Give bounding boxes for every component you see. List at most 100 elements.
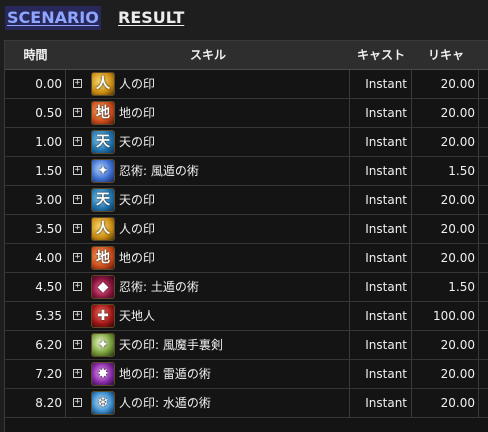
table-body: 0.00 + 人人の印 Instant 20.00 0.50 + 地地の印 Instant 20.… [5,70,488,418]
chi-seal-icon: 地 [91,246,115,270]
time-cell: 8.20 [5,389,66,417]
time-cell: 0.00 [5,70,66,98]
skill-name: 天地人 [119,309,156,323]
column-header-time[interactable]: 時間 [5,41,66,69]
skill-cell: + ✸ 地の印: 雷遁の術 [67,360,350,388]
tab-result[interactable]: RESULT [116,6,186,30]
recast-cell: 1.50 [413,273,479,301]
recast-cell: 20.00 [413,244,479,272]
time-cell: 6.20 [5,331,66,359]
tab-scenario[interactable]: SCENARIO [5,6,101,30]
table-row[interactable]: 3.50 + 人人の印 Instant 20.00 [5,215,488,244]
cast-cell: Instant [350,244,412,272]
recast-cell: 20.00 [413,360,479,388]
expand-icon[interactable]: + [73,340,82,349]
table-row[interactable]: 1.00 + 天天の印 Instant 20.00 [5,128,488,157]
expand-icon[interactable]: + [73,253,82,262]
recast-cell: 20.00 [413,389,479,417]
expand-icon[interactable]: + [73,311,82,320]
expand-icon[interactable]: + [73,108,82,117]
expand-icon[interactable]: + [73,137,82,146]
skill-cell: + ❄ 人の印: 水遁の術 [67,389,350,417]
skill-name: 人の印: 水遁の術 [119,396,211,410]
skill-cell: + ✦ 天の印: 風魔手裏剣 [67,331,350,359]
cast-cell: Instant [350,302,412,330]
cast-cell: Instant [350,215,412,243]
column-header-skill[interactable]: スキル [67,41,349,69]
skill-name: 忍術: 土遁の術 [119,280,199,294]
time-cell: 5.35 [5,302,66,330]
time-cell: 7.20 [5,360,66,388]
suiton-icon: ❄ [91,391,115,415]
column-header-cast[interactable]: キャスト [350,41,412,69]
table-row[interactable]: 0.00 + 人人の印 Instant 20.00 [5,70,488,99]
skill-cell: + 天天の印 [67,128,350,156]
skill-name: 天の印 [119,193,156,207]
ten-seal-icon: 天 [91,188,115,212]
fuma-shuriken-tcj-icon: ✦ [91,333,115,357]
table-header: 時間 スキル キャスト リキャ [5,41,488,70]
table-row[interactable]: 6.20 + ✦ 天の印: 風魔手裏剣 Instant 20.00 [5,331,488,360]
time-cell: 4.50 [5,273,66,301]
table-row[interactable]: 4.50 + ◆ 忍術: 土遁の術 Instant 1.50 [5,273,488,302]
recast-cell: 20.00 [413,128,479,156]
table-row[interactable]: 1.50 + ✦ 忍術: 風遁の術 Instant 1.50 [5,157,488,186]
recast-cell: 1.50 [413,157,479,185]
expand-icon[interactable]: + [73,282,82,291]
skill-name: 地の印 [119,251,156,265]
table-row[interactable]: 3.00 + 天天の印 Instant 20.00 [5,186,488,215]
skill-name: 天の印: 風魔手裏剣 [119,338,223,352]
skill-cell: + 地地の印 [67,99,350,127]
skill-name: 人の印 [119,222,156,236]
time-cell: 0.50 [5,99,66,127]
cast-cell: Instant [350,331,412,359]
table-row[interactable]: 7.20 + ✸ 地の印: 雷遁の術 Instant 20.00 [5,360,488,389]
skill-name: 地の印 [119,106,156,120]
cast-cell: Instant [350,186,412,214]
skill-cell: + 人人の印 [67,215,350,243]
table-row[interactable]: 0.50 + 地地の印 Instant 20.00 [5,99,488,128]
cast-cell: Instant [350,128,412,156]
jin-seal-icon: 人 [91,217,115,241]
column-header-recast[interactable]: リキャ [413,41,479,69]
table-row[interactable]: 8.20 + ❄ 人の印: 水遁の術 Instant 20.00 [5,389,488,418]
chi-seal-icon: 地 [91,101,115,125]
cast-cell: Instant [350,273,412,301]
recast-cell: 20.00 [413,70,479,98]
skill-cell: + 地地の印 [67,244,350,272]
expand-icon[interactable]: + [73,398,82,407]
expand-icon[interactable]: + [73,166,82,175]
time-cell: 3.50 [5,215,66,243]
time-cell: 3.00 [5,186,66,214]
skill-name: 天の印 [119,135,156,149]
cast-cell: Instant [350,70,412,98]
skill-cell: + ◆ 忍術: 土遁の術 [67,273,350,301]
cast-cell: Instant [350,389,412,417]
jin-seal-icon: 人 [91,72,115,96]
expand-icon[interactable]: + [73,224,82,233]
cast-cell: Instant [350,157,412,185]
expand-icon[interactable]: + [73,195,82,204]
skill-cell: + 天天の印 [67,186,350,214]
recast-cell: 20.00 [413,331,479,359]
time-cell: 1.00 [5,128,66,156]
tab-bar: SCENARIO RESULT [0,0,488,36]
time-cell: 4.00 [5,244,66,272]
recast-cell: 20.00 [413,99,479,127]
expand-icon[interactable]: + [73,369,82,378]
skill-name: 人の印 [119,77,156,91]
skill-name: 忍術: 風遁の術 [119,164,199,178]
table-row[interactable]: 5.35 + ✚ 天地人 Instant 100.00 [5,302,488,331]
skill-cell: + ✚ 天地人 [67,302,350,330]
ten-chi-jin-icon: ✚ [91,304,115,328]
time-cell: 1.50 [5,157,66,185]
ten-seal-icon: 天 [91,130,115,154]
expand-icon[interactable]: + [73,79,82,88]
skill-cell: + 人人の印 [67,70,350,98]
fuma-shuriken-icon: ✦ [91,159,115,183]
cast-cell: Instant [350,360,412,388]
recast-cell: 20.00 [413,215,479,243]
recast-cell: 20.00 [413,186,479,214]
table-row[interactable]: 4.00 + 地地の印 Instant 20.00 [5,244,488,273]
doton-icon: ◆ [91,275,115,299]
